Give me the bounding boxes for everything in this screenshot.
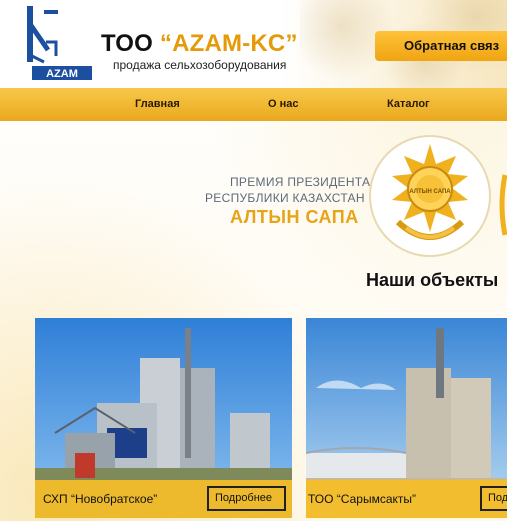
logo-text: AZAM: [46, 68, 78, 80]
objects-section-title: Наши объекты: [366, 270, 499, 290]
award-badge-partial-icon: [499, 174, 507, 236]
nav-item-catalog[interactable]: Каталог: [387, 98, 430, 110]
more-button[interactable]: Подробнее: [207, 486, 286, 511]
nav-item-home[interactable]: Главная: [135, 98, 180, 110]
company-name: ТОО “AZAM-KC”: [101, 30, 298, 58]
company-prefix: ТОО: [101, 30, 153, 57]
award-line-2: РЕСПУБЛИКИ КАЗАХСТАН: [205, 191, 365, 205]
company-tagline: продажа сельхозоборудования: [113, 58, 287, 72]
more-button[interactable]: Подробнее: [480, 486, 507, 511]
main-nav: Главная О нас Каталог: [0, 88, 507, 121]
award-line-1: ПРЕМИЯ ПРЕЗИДЕНТА: [230, 175, 371, 189]
object-name: СХП “Новобратское”: [43, 492, 158, 506]
object-caption-bar: СХП “Новобратское” Подробнее: [35, 480, 292, 518]
company-brand: “AZAM-KC”: [159, 30, 298, 57]
award-title: АЛТЫН САПА: [230, 207, 359, 227]
feedback-button[interactable]: Обратная связ: [375, 31, 507, 61]
object-card[interactable]: СХП “Новобратское” Подробнее: [35, 318, 292, 518]
object-name: ТОО “Сарымсакты”: [308, 492, 416, 506]
award-badge-icon[interactable]: АЛТЫН САПА: [368, 134, 492, 258]
badge-text: АЛТЫН САПА: [409, 189, 451, 195]
company-logo[interactable]: AZAM: [22, 4, 94, 84]
object-caption-bar: ТОО “Сарымсакты” Подробнее: [306, 480, 507, 518]
nav-item-about[interactable]: О нас: [268, 98, 299, 110]
object-card[interactable]: ТОО “Сарымсакты” Подробнее: [306, 318, 507, 518]
site-header: AZAM ТОО “AZAM-KC” продажа сельхозоборуд…: [0, 0, 507, 88]
